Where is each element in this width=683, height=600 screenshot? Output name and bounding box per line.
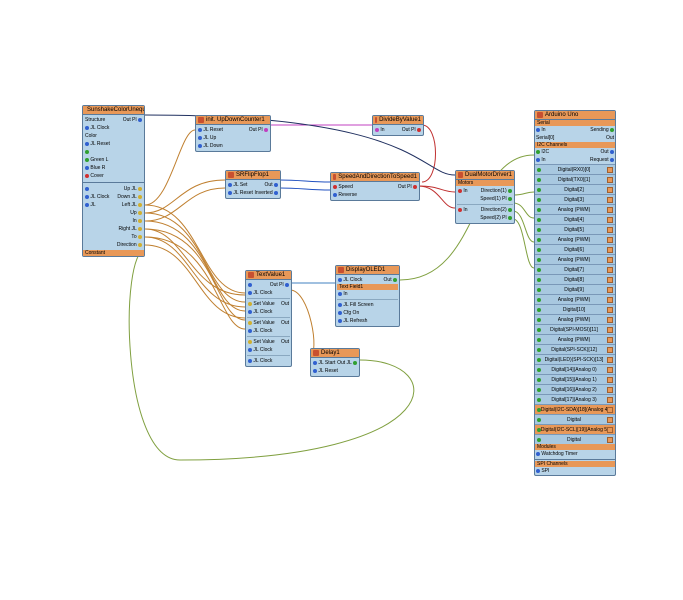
arduino-pin-row[interactable]: Digital(I2C-SDA)[18](Analog 4) bbox=[535, 404, 615, 414]
arduino-pin-row[interactable]: Digital[17](Analog 3) bbox=[535, 394, 615, 404]
motor-header: DualMotorDriver1 bbox=[456, 171, 514, 180]
arduino-pin-row[interactable]: Digital(SPI-SCK)[12] bbox=[535, 344, 615, 354]
arduino-pin-row[interactable]: Digital[2] bbox=[535, 184, 615, 194]
display-header: DisplayOLED1 bbox=[336, 266, 399, 275]
arduino-pin-row[interactable]: Analog (PWM) bbox=[535, 254, 615, 264]
arduino-pin-row[interactable]: Digital(TX0)[1] bbox=[535, 174, 615, 184]
arduino-pin-row[interactable]: Digital(RX0)[0] bbox=[535, 164, 615, 174]
node-dividebyvalue[interactable]: DivideByValue1 InOut Pl bbox=[372, 115, 424, 136]
node-delay[interactable]: Delay1 JL StartOut JL JL Reset bbox=[310, 348, 360, 377]
node-dualmotordriver[interactable]: DualMotorDriver1 Motors InDirection(1) S… bbox=[455, 170, 515, 224]
node-displayoled[interactable]: DisplayOLED1 JL ClockOut Text Field1 In … bbox=[335, 265, 400, 327]
delay-header: Delay1 bbox=[311, 349, 359, 358]
node-camera[interactable]: SunshakeColorUnequity1 StructureOut Pl J… bbox=[82, 105, 145, 257]
arduino-pin-row[interactable]: Digital[9] bbox=[535, 284, 615, 294]
arduino-pin-row[interactable]: Analog (PWM) bbox=[535, 314, 615, 324]
arduino-pin-row[interactable]: Digital[4] bbox=[535, 214, 615, 224]
arduino-i2c-row[interactable]: I2COut bbox=[535, 148, 615, 156]
node-speeddirection[interactable]: SpeedAndDirectionToSpeed1 SpeedOut Pl Re… bbox=[330, 172, 420, 201]
srflipflop-header: SRFlipFlop1 bbox=[226, 171, 280, 180]
arduino-pin-row[interactable]: Digital[5] bbox=[535, 224, 615, 234]
arduino-pin-row[interactable]: Analog (PWM) bbox=[535, 204, 615, 214]
arduino-pin-row[interactable]: Digital[3] bbox=[535, 194, 615, 204]
divide-header: DivideByValue1 bbox=[373, 116, 423, 125]
arduino-pin-row[interactable]: Digital[15](Analog 1) bbox=[535, 374, 615, 384]
arduino-pin-row[interactable]: Digital[16](Analog 2) bbox=[535, 384, 615, 394]
camera-header: SunshakeColorUnequity1 bbox=[83, 106, 144, 115]
arduino-pin-row[interactable]: Analog (PWM) bbox=[535, 334, 615, 344]
node-updowncounter[interactable]: init. UpDownCounter1 JL ResetOut Pl JL U… bbox=[195, 115, 271, 152]
arduino-pin-row[interactable]: Digital[14](Analog 0) bbox=[535, 364, 615, 374]
arduino-pin-row[interactable]: Digital(LED)(SPI-SCK)[13] bbox=[535, 354, 615, 364]
arduino-pin-row[interactable]: Digital[6] bbox=[535, 244, 615, 254]
arduino-serial-row[interactable]: InSending bbox=[535, 126, 615, 134]
updown-header: init. UpDownCounter1 bbox=[196, 116, 270, 125]
arduino-pin-row[interactable]: Analog (PWM) bbox=[535, 294, 615, 304]
arduino-pin-row[interactable]: Digital bbox=[535, 434, 615, 444]
arduino-pin-row[interactable]: Analog (PWM) bbox=[535, 234, 615, 244]
arduino-pin-row[interactable]: Digital(I2C-SCL)[19](Analog 5) bbox=[535, 424, 615, 434]
arduino-header: Arduino Uno bbox=[535, 111, 615, 120]
camera-footer: Constant bbox=[83, 250, 144, 256]
node-arduino-uno[interactable]: Arduino Uno Serial InSending Serial[0]Ou… bbox=[534, 110, 616, 476]
arduino-pin-row[interactable]: Digital(SPI-MOSI)[11] bbox=[535, 324, 615, 334]
arduino-pin-row[interactable]: Digital[8] bbox=[535, 274, 615, 284]
arduino-pin-row[interactable]: Digital[7] bbox=[535, 264, 615, 274]
speeddir-header: SpeedAndDirectionToSpeed1 bbox=[331, 173, 419, 182]
arduino-pin-row[interactable]: Digital bbox=[535, 414, 615, 424]
arduino-modules-item[interactable]: Watchdog Timer bbox=[535, 450, 615, 458]
textvalue-header: TextValue1 bbox=[246, 271, 291, 280]
node-textvalue[interactable]: TextValue1 Out Pl JL Clock Set ValueOut … bbox=[245, 270, 292, 367]
arduino-pin-row[interactable]: Digital[10] bbox=[535, 304, 615, 314]
arduino-spi-item[interactable]: SPI bbox=[535, 467, 615, 475]
node-srflipflop[interactable]: SRFlipFlop1 JL SetOut JL ResetInverted bbox=[225, 170, 281, 199]
